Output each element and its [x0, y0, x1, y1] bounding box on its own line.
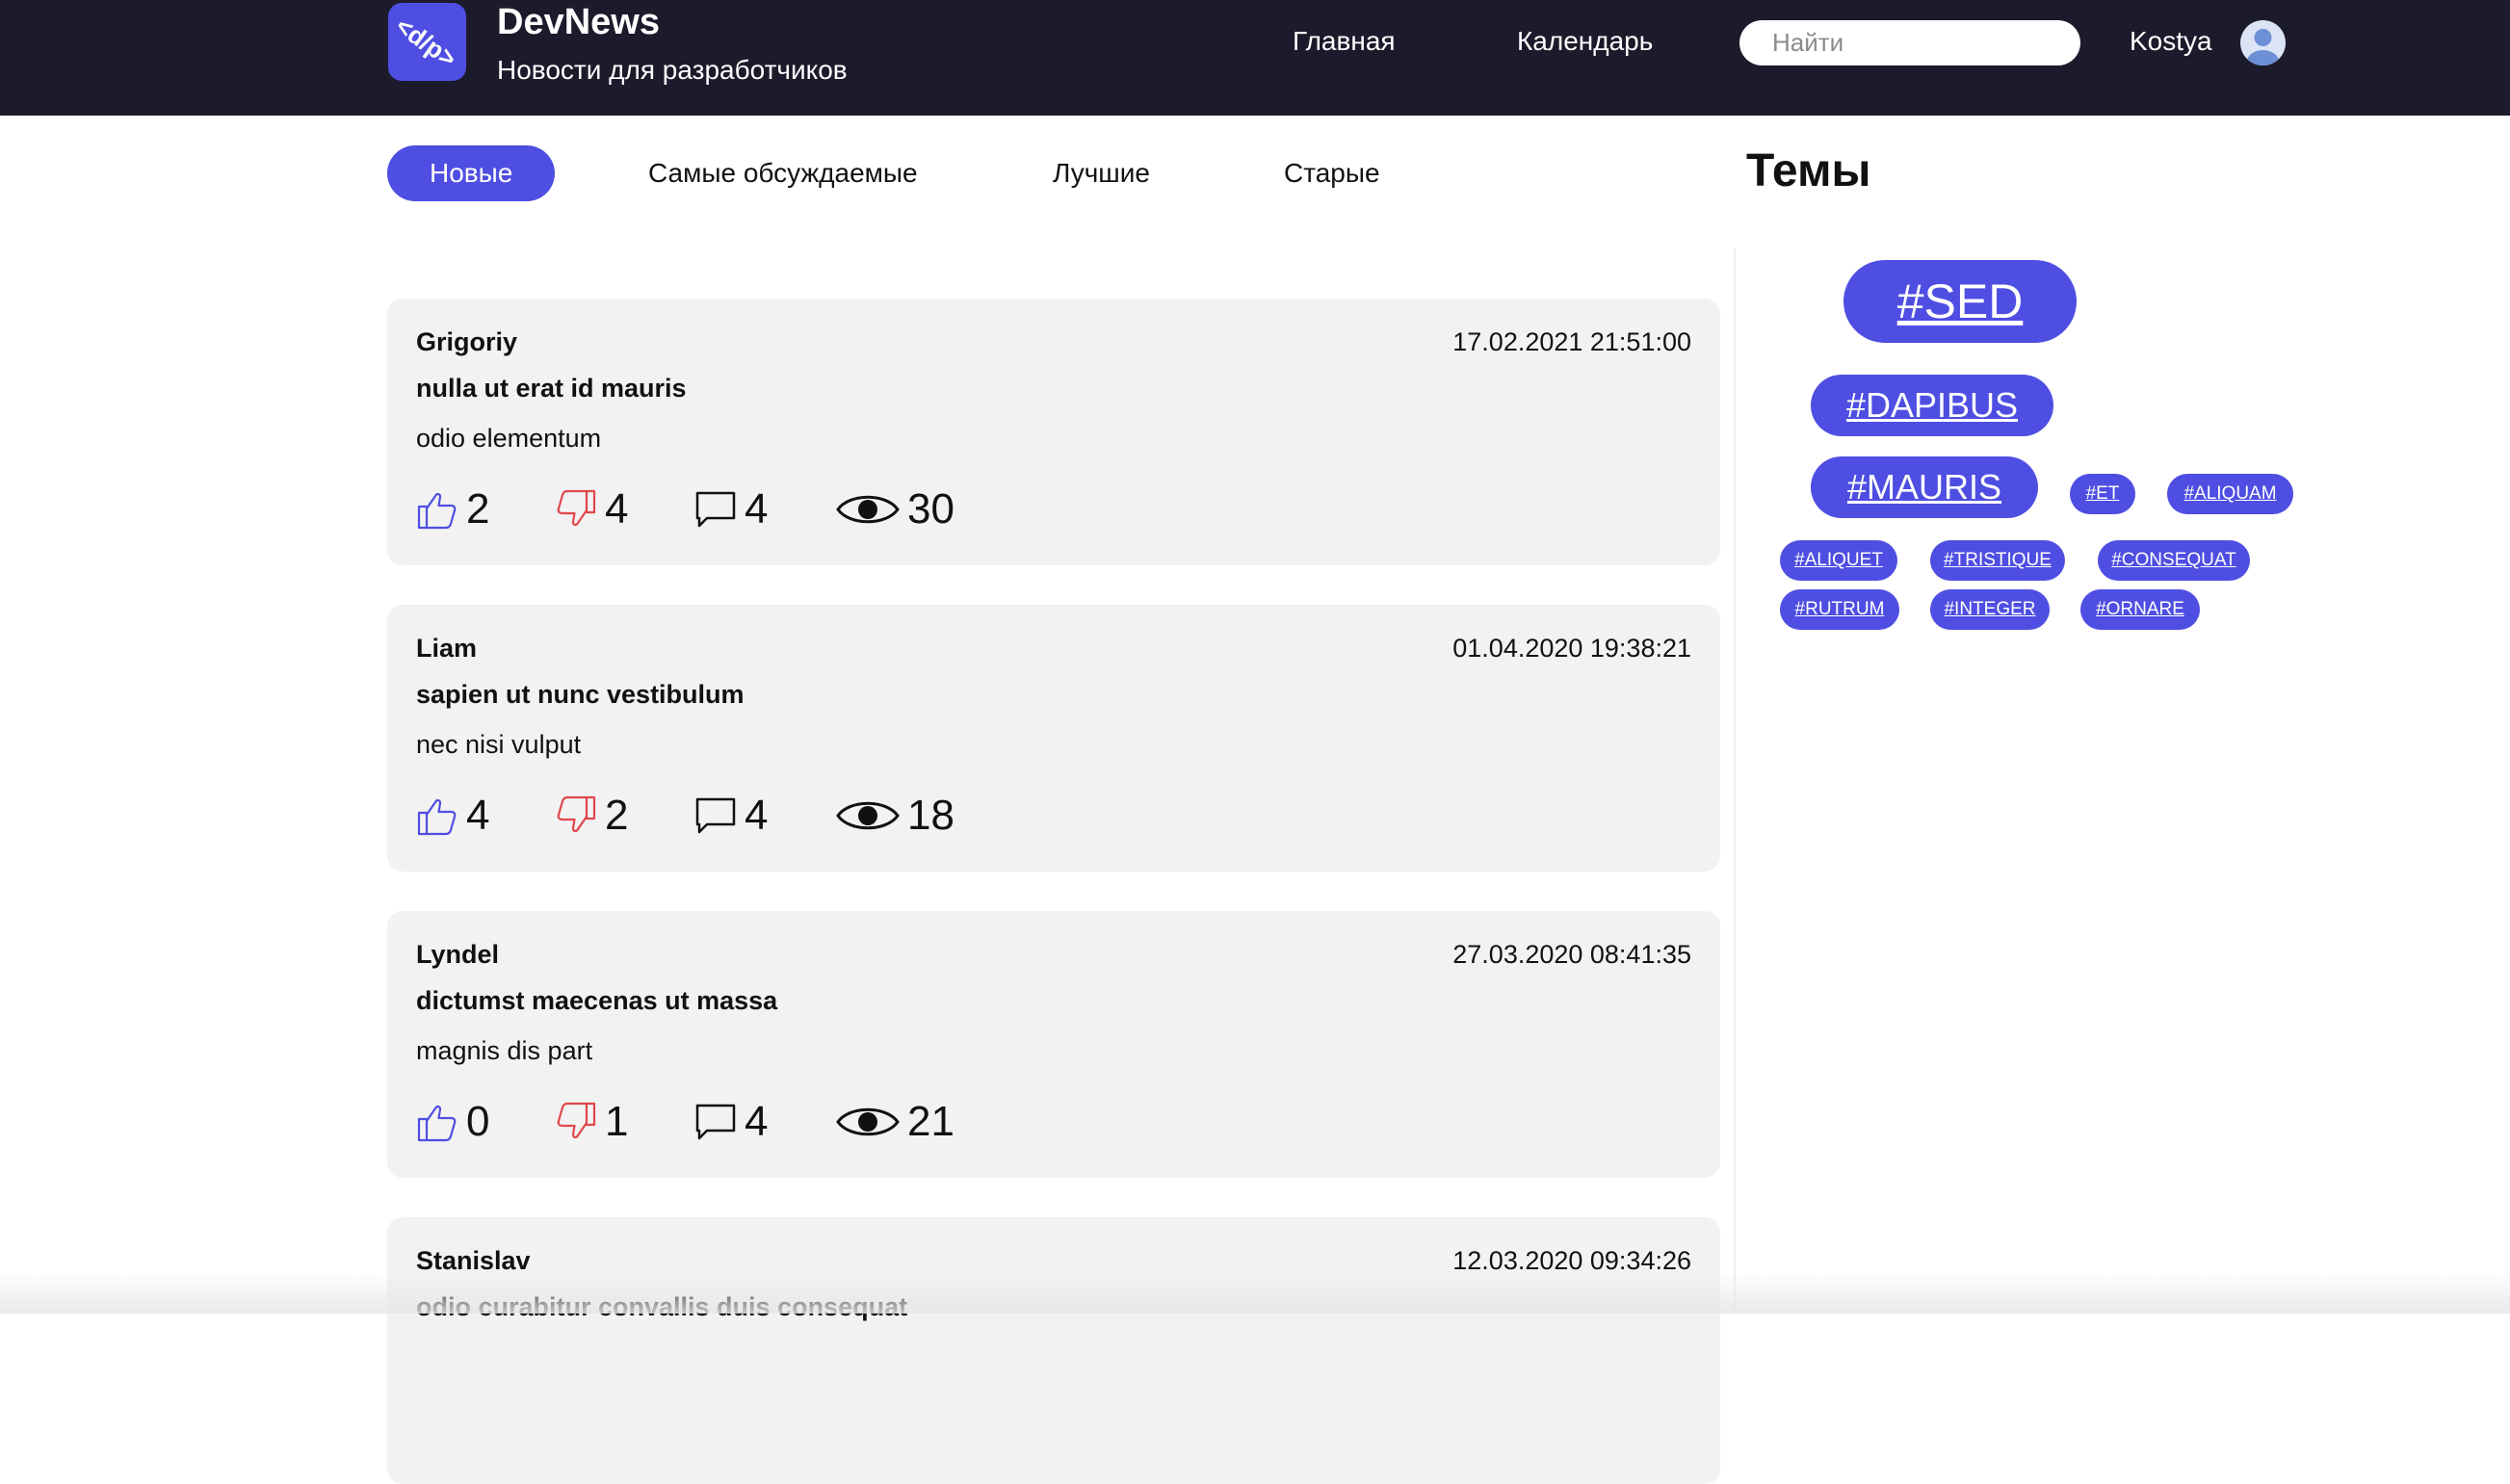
post-card[interactable]: Liam 01.04.2020 19:38:21 sapien ut nunc … — [387, 605, 1720, 872]
tag-consequat[interactable]: #CONSEQUAT — [2098, 540, 2250, 581]
comment-count: 4 — [745, 1098, 769, 1145]
like-button[interactable]: 4 — [416, 792, 490, 839]
post-body: magnis dis part — [416, 1036, 593, 1065]
post-date: 27.03.2020 08:41:35 — [1452, 940, 1691, 969]
view-count: 21 — [907, 1098, 954, 1145]
comments-button[interactable]: 4 — [694, 485, 769, 533]
like-button[interactable]: 0 — [416, 1098, 490, 1145]
post-date: 17.02.2021 21:51:00 — [1452, 327, 1691, 356]
eye-icon — [836, 1107, 900, 1136]
brand-title: DevNews — [497, 2, 660, 42]
brand-subtitle: Новости для разработчиков — [497, 55, 848, 85]
tag-aliquam[interactable]: #ALIQUAM — [2167, 474, 2293, 514]
thumbs-down-icon — [557, 795, 596, 833]
like-count: 4 — [466, 792, 490, 839]
topics-title: Темы — [1746, 145, 1871, 196]
search-input[interactable] — [1739, 20, 2080, 65]
dislike-count: 4 — [605, 485, 629, 533]
tag-et[interactable]: #ET — [2070, 474, 2135, 514]
comment-icon — [695, 491, 736, 528]
nav-home-link[interactable]: Главная — [1293, 26, 1396, 57]
tag-ornare[interactable]: #ORNARE — [2080, 589, 2200, 630]
tag-integer[interactable]: #INTEGER — [1930, 589, 2050, 630]
eye-icon — [836, 495, 900, 524]
dislike-button[interactable]: 4 — [555, 485, 629, 533]
tag-tristique[interactable]: #TRISTIQUE — [1930, 540, 2065, 581]
post-title[interactable]: sapien ut nunc vestibulum — [416, 680, 745, 710]
tab-old[interactable]: Старые — [1284, 145, 1380, 201]
dislike-count: 2 — [605, 792, 629, 839]
tag-mauris[interactable]: #MAURIS — [1811, 456, 2038, 518]
tag-aliquet[interactable]: #ALIQUET — [1780, 540, 1897, 581]
thumbs-down-icon — [557, 489, 596, 527]
dislike-button[interactable]: 2 — [555, 792, 629, 839]
header: <d/p> DevNews Новости для разработчиков … — [0, 0, 2510, 116]
thumbs-up-icon — [417, 492, 457, 530]
comment-count: 4 — [745, 792, 769, 839]
tab-best[interactable]: Лучшие — [1053, 145, 1150, 201]
post-date: 12.03.2020 09:34:26 — [1452, 1246, 1691, 1275]
tab-new[interactable]: Новые — [387, 145, 556, 201]
tag-rutrum[interactable]: #RUTRUM — [1780, 589, 1899, 630]
tag-sed[interactable]: #SED — [1843, 260, 2077, 343]
dislike-button[interactable]: 1 — [555, 1098, 629, 1145]
views-stat: 30 — [836, 485, 954, 533]
post-author[interactable]: Lyndel — [416, 940, 499, 970]
post-author[interactable]: Liam — [416, 634, 477, 664]
view-count: 30 — [907, 485, 954, 533]
post-author[interactable]: Stanislav — [416, 1246, 531, 1276]
post-body: odio elementum — [416, 424, 602, 453]
eye-icon — [836, 801, 900, 830]
thumbs-down-icon — [557, 1102, 596, 1139]
post-date: 01.04.2020 19:38:21 — [1452, 634, 1691, 663]
comments-button[interactable]: 4 — [694, 1098, 769, 1145]
thumbs-up-icon — [417, 798, 457, 836]
logo-icon[interactable]: <d/p> — [388, 3, 466, 81]
like-button[interactable]: 2 — [416, 485, 490, 533]
tag-dapibus[interactable]: #DAPIBUS — [1811, 375, 2053, 436]
post-title[interactable]: odio curabitur convallis duis consequat — [416, 1292, 907, 1322]
post-body: nec nisi vulput — [416, 730, 582, 759]
logo-text: <d/p> — [390, 12, 461, 73]
like-count: 2 — [466, 485, 490, 533]
post-title[interactable]: dictumst maecenas ut massa — [416, 986, 777, 1016]
divider — [1734, 248, 1736, 1314]
user-name[interactable]: Kostya — [2130, 26, 2212, 57]
views-stat: 21 — [836, 1098, 954, 1145]
like-count: 0 — [466, 1098, 490, 1145]
post-title[interactable]: nulla ut erat id mauris — [416, 374, 687, 404]
post-author[interactable]: Grigoriy — [416, 327, 517, 357]
nav-calendar-link[interactable]: Календарь — [1517, 26, 1653, 57]
comment-count: 4 — [745, 485, 769, 533]
comments-button[interactable]: 4 — [694, 792, 769, 839]
view-count: 18 — [907, 792, 954, 839]
views-stat: 18 — [836, 792, 954, 839]
post-card[interactable]: Lyndel 27.03.2020 08:41:35 dictumst maec… — [387, 911, 1720, 1178]
thumbs-up-icon — [417, 1105, 457, 1142]
post-card[interactable]: Stanislav 12.03.2020 09:34:26 odio curab… — [387, 1217, 1720, 1484]
avatar-icon[interactable] — [2240, 20, 2286, 65]
comment-icon — [695, 797, 736, 834]
comment-icon — [695, 1104, 736, 1140]
post-card[interactable]: Grigoriy 17.02.2021 21:51:00 nulla ut er… — [387, 299, 1720, 565]
tab-most-discussed[interactable]: Самые обсуждаемые — [648, 145, 918, 201]
dislike-count: 1 — [605, 1098, 629, 1145]
